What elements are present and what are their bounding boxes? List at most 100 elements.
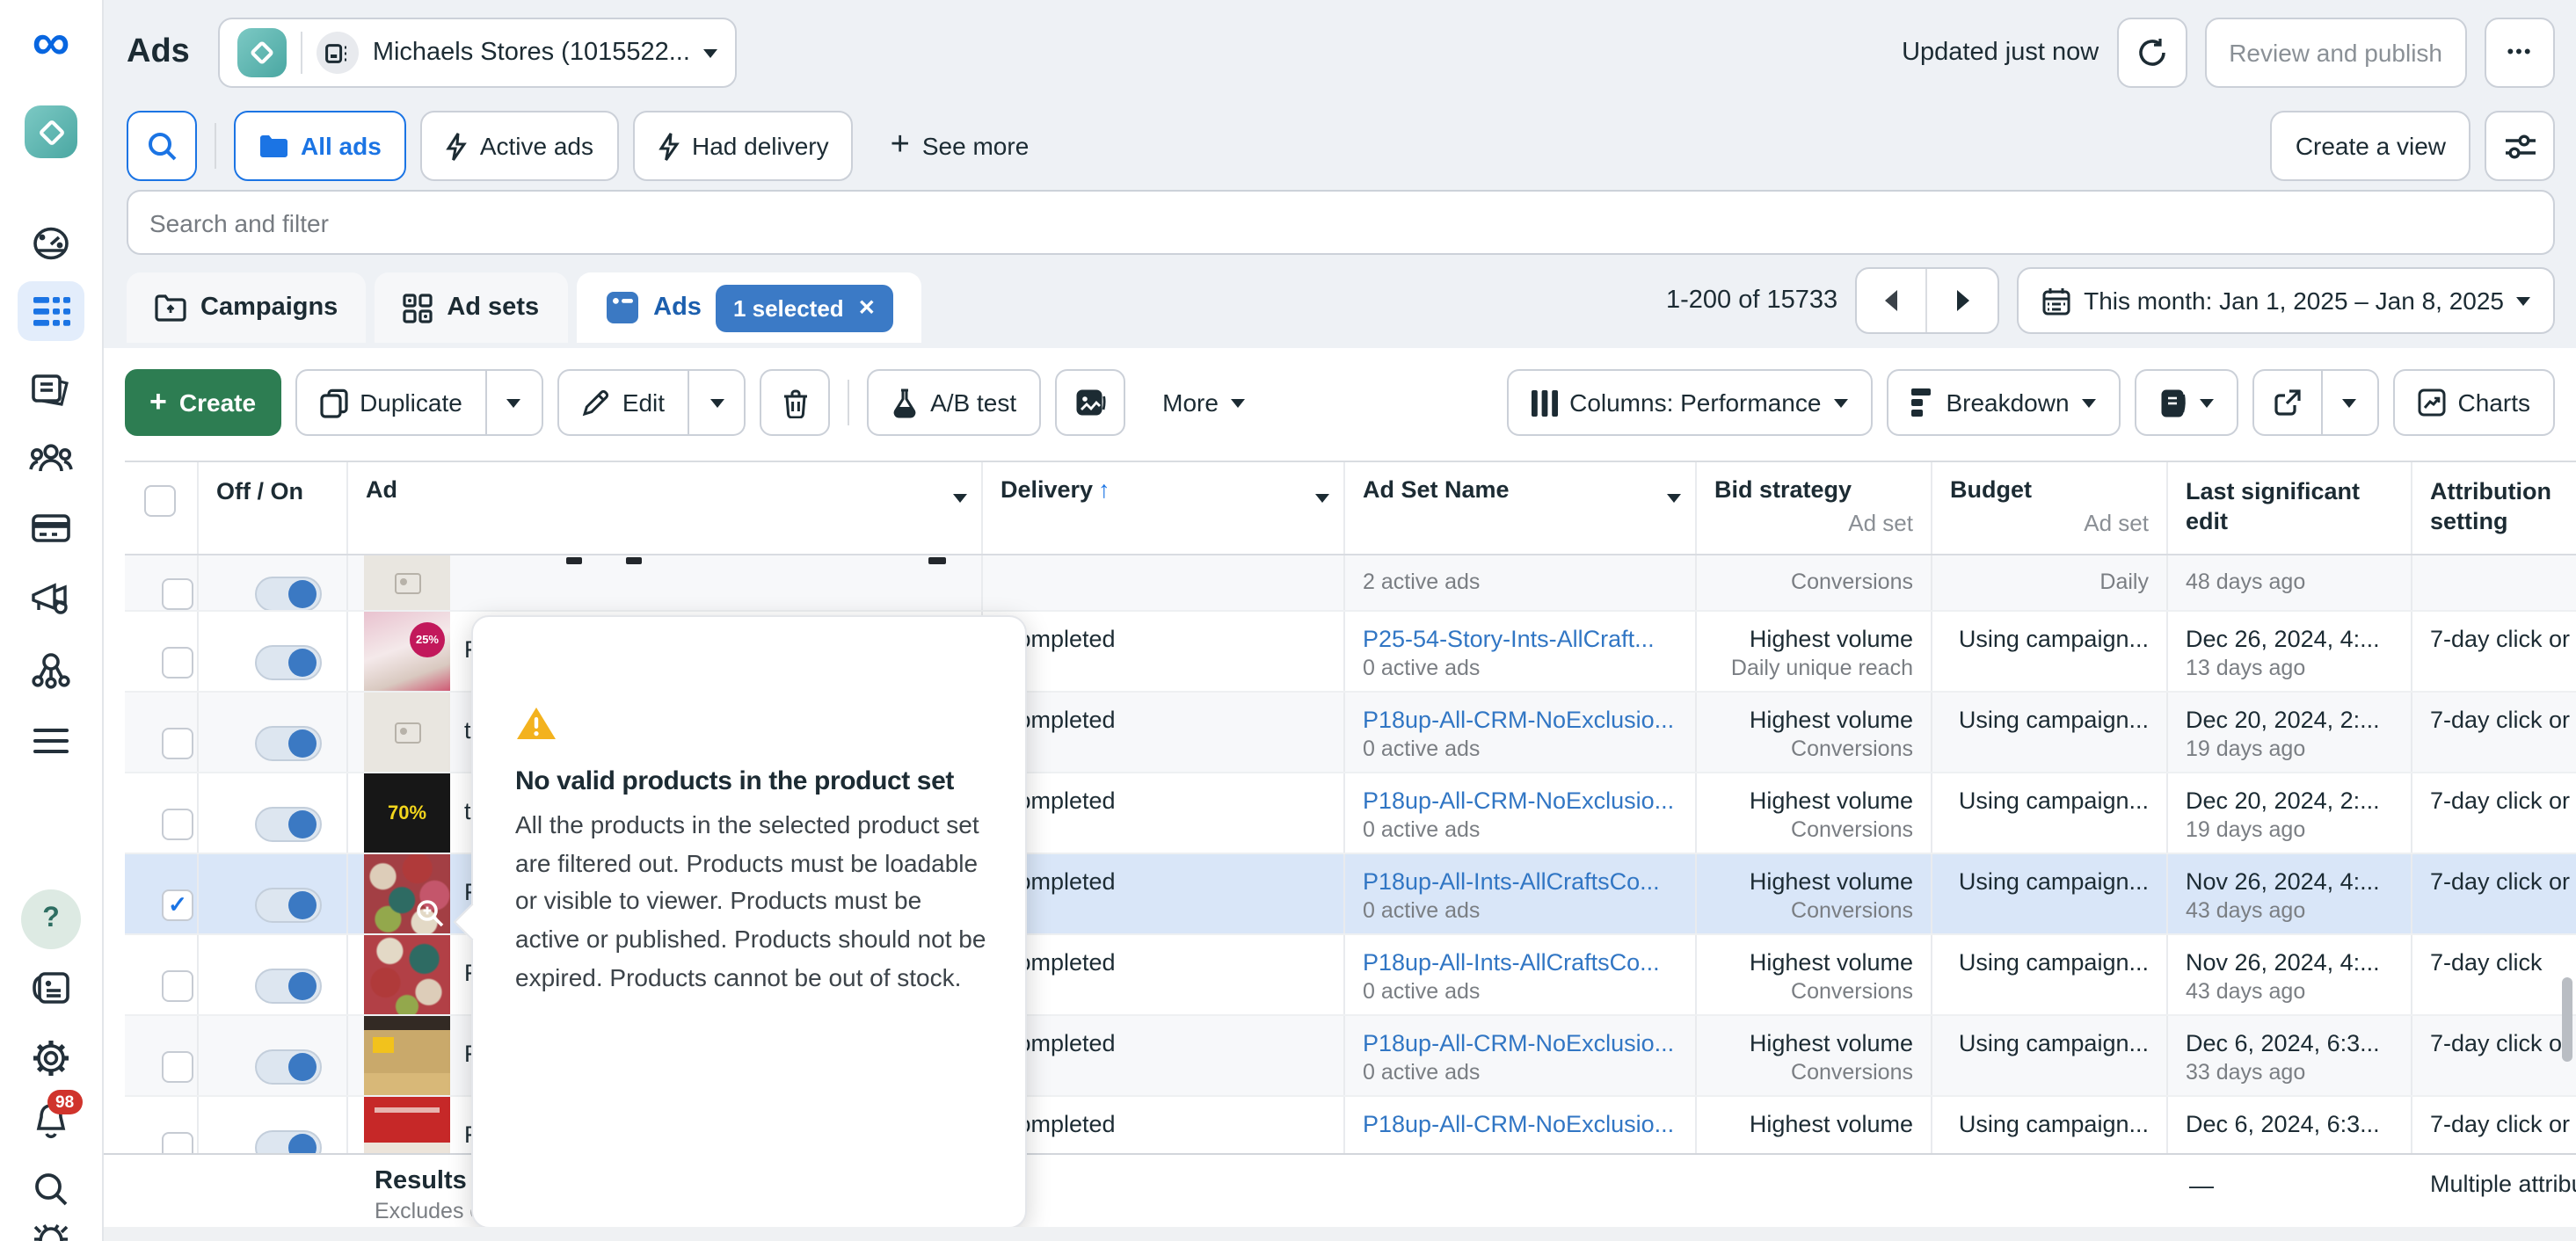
columns-selector-button[interactable]: Columns: Performance (1506, 369, 1872, 436)
ad-thumbnail[interactable] (364, 555, 450, 610)
ad-toggle[interactable] (255, 726, 322, 761)
tab-ad-sets[interactable]: Ad sets (375, 272, 567, 343)
see-more-filters[interactable]: + See more (868, 111, 1052, 181)
ad-thumbnail[interactable]: 70% (364, 773, 450, 853)
edit-button[interactable]: Edit (557, 369, 689, 436)
ad-set-link[interactable]: P18up-All-CRM-NoExclusio... (1363, 1109, 1677, 1139)
column-header-ad-set-name[interactable]: Ad Set Name (1345, 462, 1697, 554)
business-portfolio-icon (317, 32, 359, 74)
column-header-ad[interactable]: Ad (348, 462, 983, 554)
row-checkbox[interactable] (162, 1051, 193, 1083)
export-menu-button[interactable] (2323, 369, 2379, 436)
updates-icon[interactable] (31, 970, 71, 1005)
ad-name[interactable]: t (464, 798, 471, 824)
reports-button[interactable] (2135, 369, 2238, 436)
creative-preview-button[interactable] (1055, 369, 1125, 436)
review-and-publish-button[interactable]: Review and publish (2204, 18, 2467, 88)
breakdown-button[interactable]: Breakdown (1886, 369, 2120, 436)
row-checkbox[interactable]: ✓ (162, 889, 193, 921)
prev-page-button[interactable] (1857, 269, 1927, 332)
search-filter-button[interactable] (127, 111, 197, 181)
campaigns-table-icon[interactable] (18, 281, 84, 341)
tab-ads[interactable]: Ads 1 selected ✕ (576, 272, 921, 343)
ad-name[interactable]: t (464, 717, 471, 744)
delete-button[interactable] (760, 369, 830, 436)
active-ads-count: 0 active ads (1363, 816, 1677, 844)
date-range-selector[interactable]: This month: Jan 1, 2025 – Jan 8, 2025 (2017, 267, 2555, 334)
ad-thumbnail[interactable] (364, 693, 450, 772)
more-options-button[interactable]: ••• (2485, 18, 2555, 88)
account-overview-icon[interactable] (31, 225, 71, 264)
charts-button[interactable]: Charts (2393, 369, 2555, 436)
ad-thumbnail[interactable] (364, 935, 450, 1014)
all-tools-menu-icon[interactable] (33, 728, 69, 754)
zoom-preview-icon[interactable] (415, 898, 445, 928)
row-checkbox[interactable] (162, 578, 193, 610)
ad-set-link[interactable]: P25-54-Story-Ints-AllCraft... (1363, 624, 1677, 654)
column-header-last-significant-edit[interactable]: Last significant edit (2168, 462, 2412, 554)
row-checkbox[interactable] (162, 970, 193, 1002)
bug-report-icon[interactable] (32, 1220, 70, 1241)
column-header-bid-strategy[interactable]: Bid strategyAd set (1697, 462, 1932, 554)
ad-toggle[interactable] (255, 888, 322, 923)
create-a-view-button[interactable]: Create a view (2271, 111, 2470, 181)
duplicate-button[interactable]: Duplicate (295, 369, 487, 436)
help-icon[interactable]: ? (21, 889, 81, 949)
ad-set-link[interactable]: P18up-All-CRM-NoExclusio... (1363, 786, 1677, 816)
select-all-checkbox[interactable] (144, 485, 176, 517)
billing-icon[interactable] (31, 513, 71, 543)
column-header-attribution-setting[interactable]: Attribution setting (2412, 462, 2576, 554)
pencil-icon (582, 388, 610, 417)
search-and-filter-input[interactable] (127, 190, 2555, 255)
ad-set-link[interactable]: P18up-All-CRM-NoExclusio... (1363, 1028, 1677, 1058)
row-checkbox[interactable] (162, 728, 193, 759)
row-last-edit-cell: Dec 6, 2024, 6:3...33 days ago (2168, 1016, 2412, 1095)
filter-active-ads[interactable]: Active ads (420, 111, 618, 181)
search-icon[interactable] (33, 1171, 69, 1208)
edit-menu-button[interactable] (689, 369, 746, 436)
ad-thumbnail[interactable] (364, 1016, 450, 1095)
next-page-button[interactable] (1927, 269, 1997, 332)
column-header-budget[interactable]: BudgetAd set (1932, 462, 2168, 554)
clear-selection-icon[interactable]: ✕ (858, 295, 876, 320)
ad-set-link[interactable]: P18up-All-Ints-AllCraftsCo... (1363, 867, 1677, 896)
account-switcher[interactable]: Michaels Stores (1015522... (218, 18, 738, 88)
view-settings-button[interactable] (2485, 111, 2555, 181)
ad-toggle[interactable] (255, 1049, 322, 1085)
row-toggle-cell (199, 555, 348, 610)
ad-toggle[interactable] (255, 577, 322, 610)
ad-toggle[interactable] (255, 807, 322, 842)
audiences-icon[interactable] (28, 443, 74, 475)
tab-campaigns[interactable]: Campaigns (127, 272, 366, 343)
business-assets-icon[interactable] (32, 652, 70, 689)
ads-reporting-icon[interactable] (30, 373, 72, 408)
notifications-bell-icon[interactable]: 98 (32, 1102, 70, 1139)
ad-thumbnail[interactable] (364, 854, 450, 933)
vertical-scrollbar-thumb[interactable] (2562, 977, 2572, 1062)
row-checkbox[interactable] (162, 647, 193, 679)
row-checkbox[interactable] (162, 809, 193, 840)
edit-date: Dec 26, 2024, 4:... (2186, 624, 2393, 654)
column-header-off-on[interactable]: Off / On (199, 462, 348, 554)
selection-count-badge[interactable]: 1 selected ✕ (716, 284, 893, 331)
ab-test-button[interactable]: A/B test (867, 369, 1041, 436)
settings-gear-icon[interactable] (32, 1039, 70, 1078)
ad-toggle[interactable] (255, 645, 322, 680)
export-button[interactable] (2252, 369, 2323, 436)
ad-thumbnail[interactable]: 25% (364, 612, 450, 691)
meta-logo-icon[interactable]: ∞ (33, 18, 70, 70)
ads-manager-app-icon[interactable] (25, 105, 77, 158)
advertising-settings-icon[interactable] (30, 582, 72, 615)
row-delivery-cell (983, 555, 1345, 610)
column-header-delivery[interactable]: Delivery↑ (983, 462, 1345, 554)
filter-all-ads[interactable]: All ads (234, 111, 406, 181)
create-button[interactable]: + Create (125, 369, 280, 436)
ad-set-link[interactable]: P18up-All-Ints-AllCraftsCo... (1363, 947, 1677, 977)
duplicate-menu-button[interactable] (487, 369, 543, 436)
more-actions-button[interactable]: More (1139, 369, 1268, 436)
filter-had-delivery[interactable]: Had delivery (632, 111, 854, 181)
table-row-clipped[interactable]: 2 active adsConversionsDaily48 days ago (125, 555, 2576, 612)
ad-toggle[interactable] (255, 969, 322, 1004)
ad-set-link[interactable]: P18up-All-CRM-NoExclusio... (1363, 705, 1677, 735)
refresh-button[interactable] (2116, 18, 2187, 88)
